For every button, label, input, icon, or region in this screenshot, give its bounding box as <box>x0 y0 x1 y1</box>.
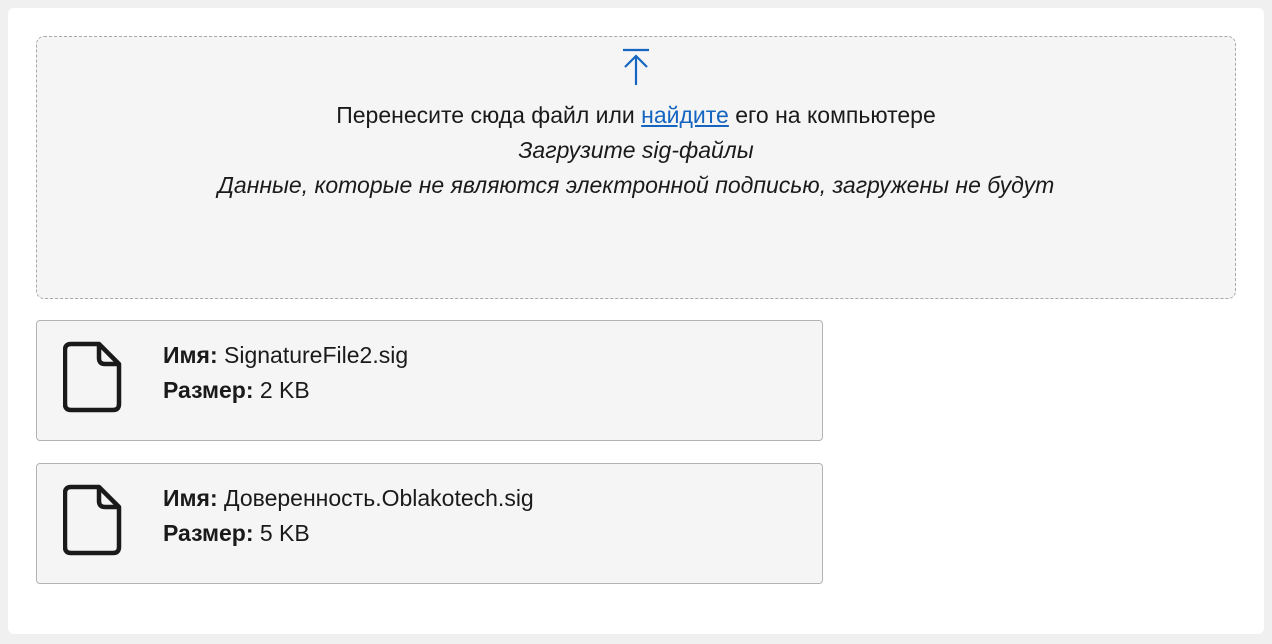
file-name-row: Имя: SignatureFile2.sig <box>163 338 408 373</box>
file-name-label: Имя: <box>163 342 218 368</box>
file-card: Имя: SignatureFile2.sig Размер: 2 KB <box>36 320 823 441</box>
file-info: Имя: Доверенность.Oblakotech.sig Размер:… <box>163 481 534 551</box>
file-name: Доверенность.Oblakotech.sig <box>224 485 534 511</box>
file-dropzone[interactable]: Перенесите сюда файл или найдите его на … <box>36 36 1236 299</box>
file-size: 2 KB <box>259 377 310 403</box>
file-size-label: Размер: <box>163 520 254 546</box>
upload-panel: Перенесите сюда файл или найдите его на … <box>8 8 1264 634</box>
file-info: Имя: SignatureFile2.sig Размер: 2 KB <box>163 338 408 408</box>
file-icon <box>63 484 122 556</box>
dropzone-format-hint: Загрузите sig-файлы <box>518 137 754 163</box>
file-size-row: Размер: 2 KB <box>163 373 408 408</box>
file-name: SignatureFile2.sig <box>224 342 409 368</box>
dropzone-prompt: Перенесите сюда файл или найдите его на … <box>37 100 1235 130</box>
file-size-row: Размер: 5 KB <box>163 516 534 551</box>
file-name-label: Имя: <box>163 485 218 511</box>
dropzone-prompt-before: Перенесите сюда файл или <box>336 102 642 128</box>
file-card: Имя: Доверенность.Oblakotech.sig Размер:… <box>36 463 823 584</box>
dropzone-prompt-after: его на компьютере <box>728 102 936 128</box>
file-size-label: Размер: <box>163 377 254 403</box>
file-icon <box>63 341 122 413</box>
upload-icon <box>623 48 649 85</box>
browse-link[interactable]: найдите <box>641 102 729 128</box>
file-size: 5 KB <box>259 520 310 546</box>
dropzone-warning-hint: Данные, которые не являются электронной … <box>217 172 1055 198</box>
file-name-row: Имя: Доверенность.Oblakotech.sig <box>163 481 534 516</box>
